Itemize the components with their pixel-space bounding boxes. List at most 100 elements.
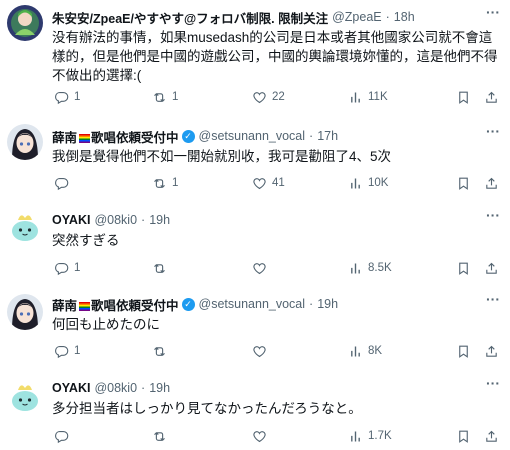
- repost-icon: [152, 429, 167, 444]
- display-name[interactable]: 薛南 歌唱依頼受付中: [52, 295, 179, 314]
- like-button[interactable]: 41: [252, 174, 285, 192]
- reply-button[interactable]: [54, 427, 74, 445]
- repost-icon: [152, 261, 167, 276]
- repost-button[interactable]: [152, 342, 172, 360]
- bookmark-icon: [456, 429, 471, 444]
- handle[interactable]: @setsunann_vocal: [199, 297, 306, 311]
- share-icon: [484, 176, 499, 191]
- action-bar: 1 41 10K: [52, 174, 502, 192]
- share-button[interactable]: [484, 427, 499, 445]
- tweet-header: 朱安安/ZpeaE/やすやす@フォロバ制限. 限制关注 @ZpeaE · 18h: [52, 8, 502, 26]
- like-icon: [252, 90, 267, 105]
- avatar[interactable]: [7, 124, 43, 160]
- handle[interactable]: @setsunann_vocal: [199, 129, 306, 143]
- share-button[interactable]: [484, 88, 499, 106]
- handle[interactable]: @08ki0: [94, 381, 137, 395]
- more-options-icon[interactable]: ···: [486, 375, 500, 391]
- share-icon: [484, 344, 499, 359]
- bookmark-icon: [456, 344, 471, 359]
- more-options-icon[interactable]: ···: [486, 4, 500, 20]
- tweet-text: 多分担当者はしっかり見てなかったんだろうなと。: [52, 401, 362, 416]
- reply-icon: [54, 429, 69, 444]
- action-bar: 1 8K: [52, 342, 502, 360]
- rainbow-flag-icon: [79, 301, 91, 311]
- reply-button[interactable]: 1: [54, 342, 80, 360]
- timestamp[interactable]: 19h: [317, 297, 338, 311]
- repost-button[interactable]: 1: [152, 174, 178, 192]
- like-button[interactable]: [252, 342, 272, 360]
- share-icon: [484, 429, 499, 444]
- bookmark-button[interactable]: [456, 259, 471, 277]
- separator: ·: [385, 10, 390, 24]
- bookmark-button[interactable]: [456, 88, 471, 106]
- views-count: 8K: [368, 345, 383, 357]
- repost-button[interactable]: [152, 259, 172, 277]
- verified-badge-icon: ✓: [181, 129, 195, 143]
- reply-icon: [54, 90, 69, 105]
- like-count: 22: [272, 91, 285, 103]
- views-icon: [348, 344, 363, 359]
- action-bar: 1 8.5K: [52, 259, 502, 277]
- timestamp[interactable]: 19h: [149, 213, 170, 227]
- bookmark-button[interactable]: [456, 174, 471, 192]
- more-options-icon[interactable]: ···: [486, 207, 500, 223]
- share-button[interactable]: [484, 259, 499, 277]
- display-name[interactable]: 薛南 歌唱依頼受付中: [52, 127, 179, 146]
- handle[interactable]: @ZpeaE: [332, 10, 382, 24]
- avatar[interactable]: [7, 5, 43, 41]
- bookmark-icon: [456, 261, 471, 276]
- share-button[interactable]: [484, 342, 499, 360]
- reply-button[interactable]: 1: [54, 88, 80, 106]
- bookmark-button[interactable]: [456, 342, 471, 360]
- views-icon: [348, 90, 363, 105]
- like-button[interactable]: 22: [252, 88, 285, 106]
- action-bar: 1 1 22 11K: [52, 88, 502, 106]
- like-button[interactable]: [252, 427, 272, 445]
- views-button[interactable]: 8K: [348, 342, 382, 360]
- tweet-text: 何回も止めたのに: [52, 317, 160, 332]
- views-button[interactable]: 8.5K: [348, 259, 392, 277]
- repost-button[interactable]: [152, 427, 172, 445]
- timestamp[interactable]: 17h: [317, 129, 338, 143]
- bookmark-button[interactable]: [456, 427, 471, 445]
- avatar[interactable]: [7, 208, 43, 244]
- display-name[interactable]: 朱安安/ZpeaE/やすやす@フォロバ制限. 限制关注: [52, 8, 328, 27]
- timestamp[interactable]: 18h: [394, 10, 415, 24]
- more-options-icon[interactable]: ···: [486, 123, 500, 139]
- share-button[interactable]: [484, 174, 499, 192]
- views-button[interactable]: 1.7K: [348, 427, 392, 445]
- like-icon: [252, 429, 267, 444]
- like-count: 41: [272, 177, 285, 189]
- separator: ·: [141, 213, 146, 227]
- reply-count: 1: [74, 91, 81, 103]
- tweet-header: OYAKI @08ki0 · 19h: [52, 211, 502, 229]
- display-name[interactable]: OYAKI: [52, 213, 90, 227]
- tweet-header: 薛南 歌唱依頼受付中 ✓ @setsunann_vocal · 19h: [52, 295, 502, 313]
- reply-button[interactable]: [54, 174, 74, 192]
- tweet[interactable]: 薛南 歌唱依頼受付中 ✓ @setsunann_vocal · 17h ··· 我…: [0, 118, 510, 200]
- display-name[interactable]: OYAKI: [52, 381, 90, 395]
- repost-icon: [152, 344, 167, 359]
- views-count: 10K: [368, 177, 389, 189]
- tweet[interactable]: OYAKI @08ki0 · 19h ··· 多分担当者はしっかり見てなかったん…: [0, 370, 510, 450]
- views-button[interactable]: 10K: [348, 174, 388, 192]
- display-name-text: 薛南: [52, 298, 78, 313]
- display-name-suffix: 歌唱依頼受付中: [91, 130, 179, 145]
- like-icon: [252, 261, 267, 276]
- views-icon: [348, 176, 363, 191]
- tweet[interactable]: 朱安安/ZpeaE/やすやす@フォロバ制限. 限制关注 @ZpeaE · 18h…: [0, 0, 510, 118]
- more-options-icon[interactable]: ···: [486, 291, 500, 307]
- tweet-header: 薛南 歌唱依頼受付中 ✓ @setsunann_vocal · 17h: [52, 127, 502, 145]
- tweet[interactable]: OYAKI @08ki0 · 19h ··· 突然すぎる 1 8.5K: [0, 200, 510, 286]
- avatar[interactable]: [7, 294, 43, 330]
- repost-button[interactable]: 1: [152, 88, 178, 106]
- reply-icon: [54, 344, 69, 359]
- tweet[interactable]: 薛南 歌唱依頼受付中 ✓ @setsunann_vocal · 19h ··· 何…: [0, 286, 510, 370]
- views-button[interactable]: 11K: [348, 88, 388, 106]
- reply-button[interactable]: 1: [54, 259, 80, 277]
- timestamp[interactable]: 19h: [149, 381, 170, 395]
- tweet-text: 没有辦法的事情，如果musedash的公司是日本或者其他國家公司就不會這樣的，但…: [52, 30, 498, 83]
- avatar[interactable]: [7, 378, 43, 414]
- handle[interactable]: @08ki0: [94, 213, 137, 227]
- like-button[interactable]: [252, 259, 272, 277]
